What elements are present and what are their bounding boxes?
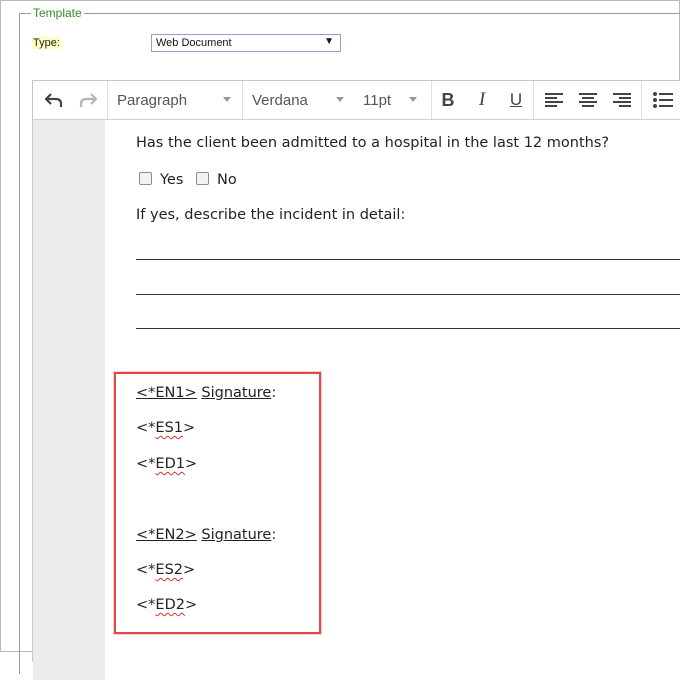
answer-line (136, 258, 680, 260)
underline-icon[interactable]: U (503, 81, 529, 119)
bullet-list-icon[interactable] (649, 81, 677, 119)
dropdown-arrow-icon: ▼ (324, 36, 334, 47)
yes-label: Yes (160, 172, 184, 188)
hospital-question: Has the client been admitted to a hospit… (136, 135, 610, 151)
align-left-icon[interactable] (541, 81, 567, 119)
font-family-dropdown[interactable]: Verdana (252, 81, 352, 119)
yes-checkbox[interactable] (139, 172, 152, 185)
font-family-label: Verdana (252, 91, 308, 109)
align-center-icon[interactable] (575, 81, 601, 119)
yes-no-options: Yes No (139, 172, 237, 188)
font-size-label: 11pt (363, 91, 392, 109)
align-right-icon[interactable] (609, 81, 635, 119)
type-select-value: Web Document (156, 37, 232, 49)
bold-icon[interactable]: B (435, 81, 461, 119)
caret-down-icon (336, 97, 344, 102)
incident-instruction: If yes, describe the incident in detail: (136, 207, 406, 223)
editor-gutter (33, 120, 105, 680)
answer-line (136, 327, 680, 329)
template-legend: Template (31, 6, 84, 20)
italic-icon[interactable]: I (469, 81, 495, 119)
redo-icon[interactable] (71, 81, 105, 119)
toolbar-separator (533, 81, 534, 119)
editor-toolbar: Paragraph Verdana 11pt B I U (33, 81, 680, 120)
type-label: Type: (32, 37, 61, 49)
toolbar-separator (107, 81, 108, 119)
toolbar-separator (242, 81, 243, 119)
no-label: No (217, 172, 237, 188)
signature-highlight-box (114, 372, 321, 634)
answer-line (136, 293, 680, 295)
caret-down-icon (409, 97, 417, 102)
caret-down-icon (223, 97, 231, 102)
font-size-dropdown[interactable]: 11pt (363, 81, 425, 119)
toolbar-separator (641, 81, 642, 119)
no-checkbox[interactable] (196, 172, 210, 185)
type-select[interactable]: Web Document ▼ (151, 34, 341, 52)
undo-icon[interactable] (37, 81, 71, 119)
paragraph-format-label: Paragraph (117, 91, 188, 109)
toolbar-separator (431, 81, 432, 119)
paragraph-format-dropdown[interactable]: Paragraph (117, 81, 239, 119)
